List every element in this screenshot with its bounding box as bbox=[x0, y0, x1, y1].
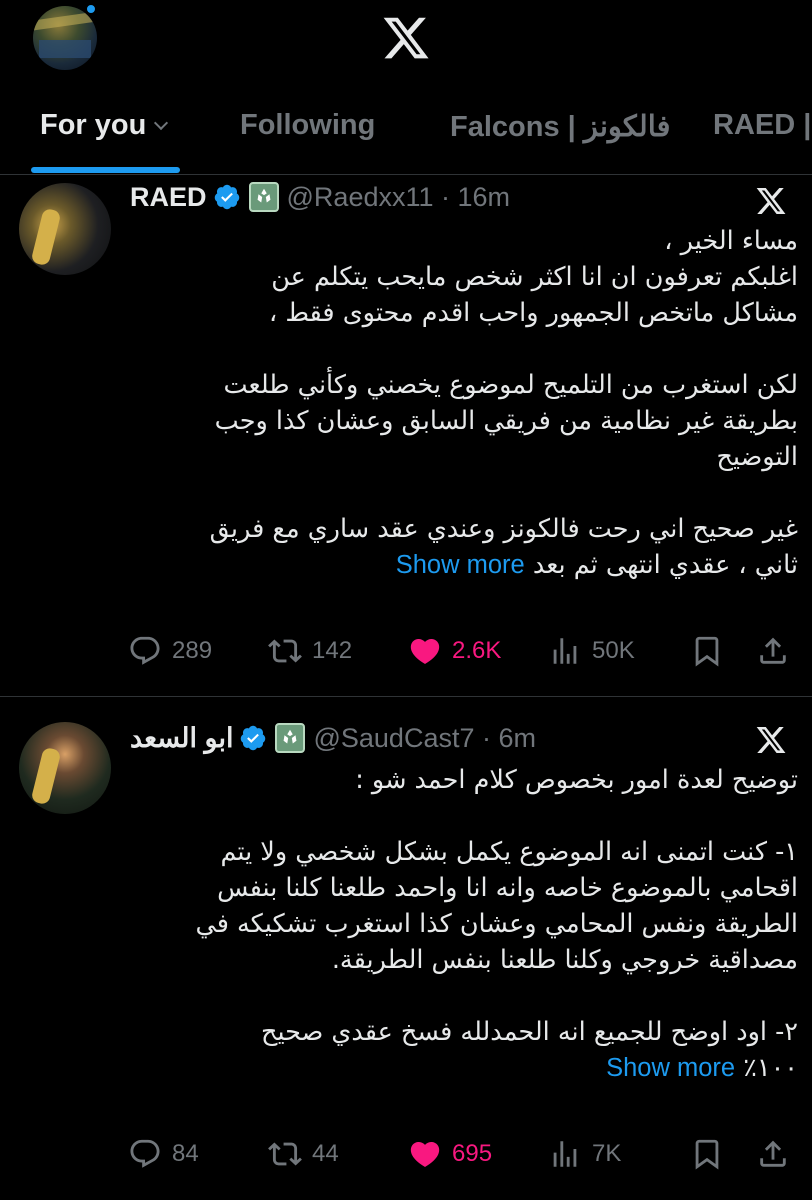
verified-badge-icon bbox=[241, 725, 266, 751]
views-icon bbox=[553, 1141, 577, 1167]
share-button[interactable] bbox=[756, 1137, 790, 1171]
active-tab-indicator bbox=[31, 167, 180, 173]
repost-button[interactable]: 142 bbox=[268, 634, 352, 668]
tweet-header: ابو السعد @SaudCast7 · 6m bbox=[130, 718, 812, 758]
like-button[interactable]: 2.6K bbox=[408, 634, 501, 668]
like-count: 2.6K bbox=[452, 637, 502, 664]
verified-badge-icon bbox=[214, 184, 239, 210]
tweet[interactable]: ابو السعد @SaudCast7 · 6m توضيح لعدة امو… bbox=[0, 698, 812, 1200]
repost-icon bbox=[268, 1142, 302, 1166]
reply-button[interactable]: 289 bbox=[128, 634, 212, 668]
views-button[interactable]: 7K bbox=[548, 1137, 621, 1171]
tweet-line: الطريقة ونفس المحامي وعشان كذا استغرب تش… bbox=[195, 909, 798, 939]
show-more-link[interactable]: Show more bbox=[396, 551, 525, 579]
tweet-text: توضيح لعدة امور بخصوص كلام احمد شو : ١- … bbox=[130, 762, 798, 1086]
tab-for-you[interactable]: For you bbox=[40, 109, 169, 142]
views-button[interactable]: 50K bbox=[548, 634, 635, 668]
repost-button[interactable]: 44 bbox=[268, 1137, 339, 1171]
show-more-link[interactable]: Show more bbox=[606, 1054, 735, 1082]
tab-following[interactable]: Following bbox=[240, 109, 375, 142]
views-icon bbox=[553, 638, 577, 664]
heart-icon bbox=[410, 638, 440, 664]
repost-count: 44 bbox=[312, 1140, 339, 1167]
handle-and-time[interactable]: @Raedxx11 · 16m bbox=[287, 182, 511, 213]
notification-dot bbox=[85, 3, 97, 15]
share-icon bbox=[760, 1140, 786, 1167]
x-logo-icon bbox=[756, 727, 786, 753]
tweet-line: توضيح لعدة امور بخصوص كلام احمد شو : bbox=[355, 765, 798, 795]
like-count: 695 bbox=[452, 1140, 493, 1167]
profile-avatar[interactable] bbox=[33, 6, 97, 70]
tweet-line: اغلبكم تعرفون ان انا اكثر شخص مايحب يتكل… bbox=[271, 262, 798, 292]
bookmark-button[interactable] bbox=[690, 1137, 724, 1171]
tweet-text: مساء الخير ، اغلبكم تعرفون ان انا اكثر ش… bbox=[130, 223, 798, 583]
tweet-header: RAED @Raedxx11 · 16m bbox=[130, 177, 812, 217]
heart-icon bbox=[410, 1141, 440, 1167]
tweet-last-line: ثاني ، عقدي انتهى ثم بعد Show more bbox=[130, 547, 798, 583]
bookmark-button[interactable] bbox=[690, 634, 724, 668]
display-name[interactable]: RAED bbox=[130, 182, 207, 213]
affiliate-badge-icon bbox=[275, 723, 306, 753]
tab-label: For you bbox=[40, 109, 147, 141]
avatar[interactable] bbox=[19, 722, 111, 814]
tweet-actions: 289 142 2.6K 50K bbox=[128, 631, 798, 671]
tab-label: Following bbox=[240, 109, 376, 141]
tweet-actions: 84 44 695 7K bbox=[128, 1134, 798, 1174]
tweet-line: مصداقية خروجي وكلنا طلعنا بنفس الطريقة. bbox=[331, 945, 798, 975]
reply-icon bbox=[130, 1139, 160, 1168]
tweet-line: مساء الخير ، bbox=[664, 226, 798, 256]
tweet-line: ٢- اود اوضح للجميع انه الحمدلله فسخ عقدي… bbox=[260, 1017, 798, 1047]
tweet-line: ١- كنت اتمنى انه الموضوع يكمل بشكل شخصي … bbox=[220, 837, 798, 867]
repost-count: 142 bbox=[312, 637, 353, 664]
tweet-line: ثاني ، عقدي انتهى ثم بعد bbox=[532, 550, 798, 580]
like-button[interactable]: 695 bbox=[408, 1137, 492, 1171]
tab-raed[interactable]: RAED | bbox=[713, 109, 811, 142]
timeline-tabs: For you Following Falcons | فالكونز RAED… bbox=[0, 95, 812, 175]
reply-icon bbox=[130, 636, 160, 665]
tweet-line: ١٠٠٪ bbox=[743, 1053, 798, 1083]
tweet-line bbox=[130, 475, 798, 511]
share-icon bbox=[760, 637, 786, 664]
top-bar bbox=[0, 0, 812, 95]
tab-falcons[interactable]: Falcons | فالكونز bbox=[450, 109, 670, 144]
tweet-line: غير صحيح اني رحت فالكونز وعندي عقد ساري … bbox=[209, 514, 798, 544]
tweet-last-line: ١٠٠٪ Show more bbox=[130, 1050, 798, 1086]
x-logo-icon bbox=[756, 188, 786, 214]
bookmark-icon bbox=[695, 636, 719, 667]
x-logo-icon[interactable] bbox=[380, 13, 432, 63]
tweet-line: التوضيح bbox=[716, 442, 798, 472]
tweet[interactable]: RAED @Raedxx11 · 16m مساء الخير ، اغلبكم… bbox=[0, 175, 812, 697]
reply-count: 289 bbox=[172, 637, 213, 664]
tab-label: Falcons | فالكونز bbox=[450, 111, 671, 143]
chevron-down-icon bbox=[154, 115, 169, 131]
bookmark-icon bbox=[695, 1139, 719, 1170]
tweet-line bbox=[130, 798, 798, 834]
reply-button[interactable]: 84 bbox=[128, 1137, 199, 1171]
handle-and-time[interactable]: @SaudCast7 · 6m bbox=[313, 723, 536, 754]
tab-label: RAED | bbox=[713, 109, 812, 141]
share-button[interactable] bbox=[756, 634, 790, 668]
views-count: 50K bbox=[592, 637, 635, 664]
affiliate-badge-icon bbox=[248, 182, 279, 212]
display-name[interactable]: ابو السعد bbox=[130, 723, 233, 754]
reply-count: 84 bbox=[172, 1140, 199, 1167]
tweet-line: بطريقة غير نظامية من فريقي السابق وعشان … bbox=[214, 406, 798, 436]
tweet-line: اقحامي بالموضوع خاصه وانه انا واحمد طلعن… bbox=[217, 873, 798, 903]
views-count: 7K bbox=[592, 1140, 622, 1167]
repost-icon bbox=[268, 639, 302, 663]
tweet-line bbox=[130, 331, 798, 367]
avatar[interactable] bbox=[19, 183, 111, 275]
tweet-line: مشاكل ماتخص الجمهور واحب اقدم محتوى فقط … bbox=[268, 298, 798, 328]
tweet-line bbox=[130, 978, 798, 1014]
tweet-line: لكن استغرب من التلميح لموضوع يخصني وكأني… bbox=[223, 370, 799, 400]
